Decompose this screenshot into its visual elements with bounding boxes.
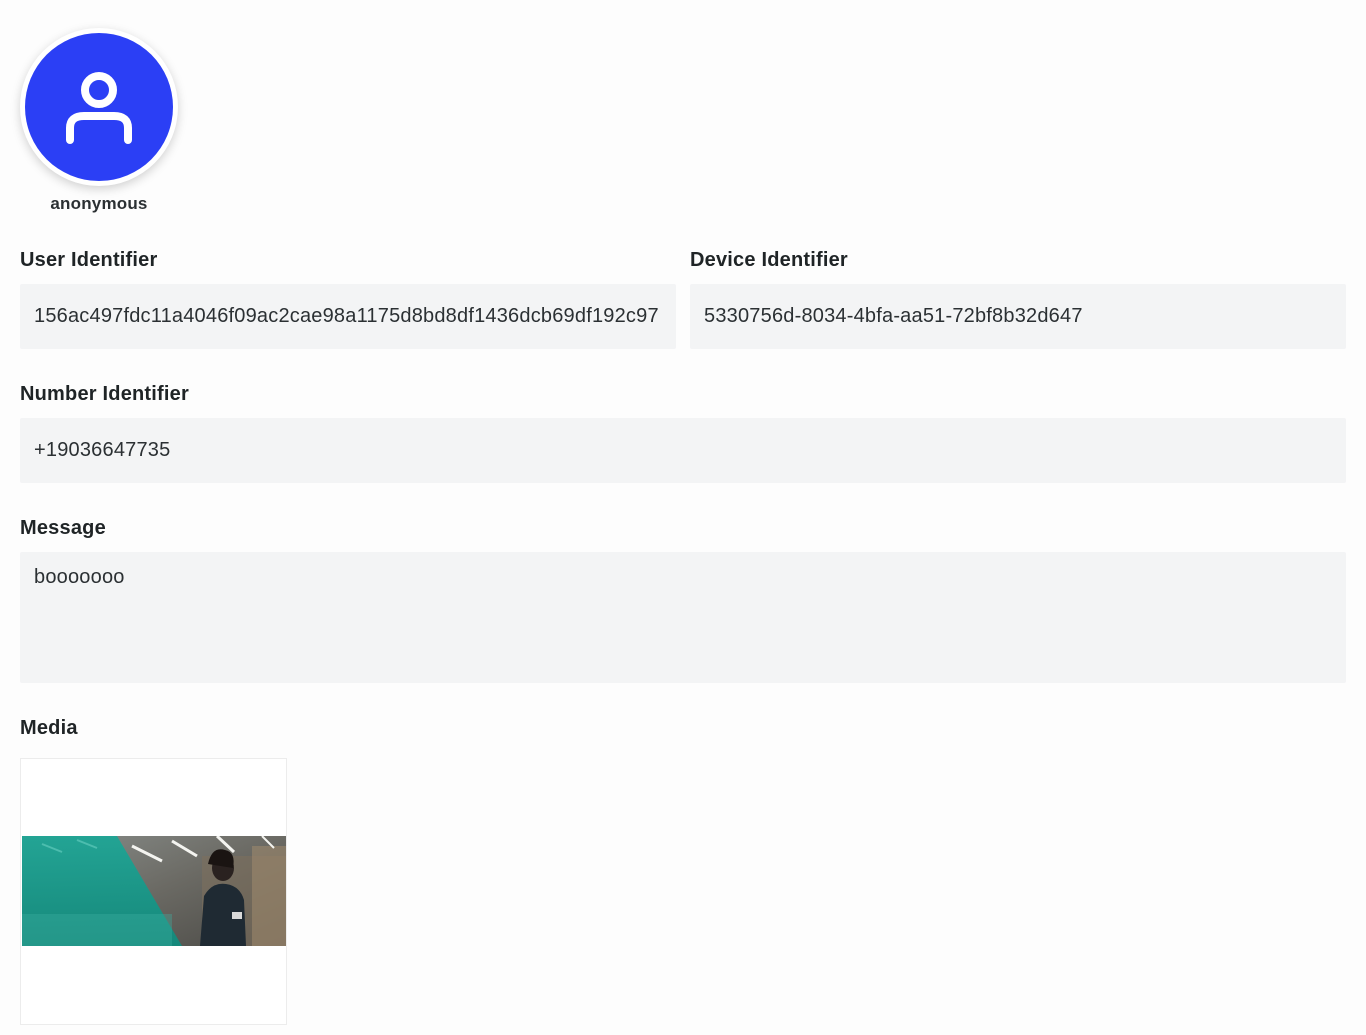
message-field[interactable]: booooooo bbox=[20, 552, 1346, 683]
image-thumbnail bbox=[22, 836, 286, 946]
media-label: Media bbox=[20, 717, 78, 739]
avatar bbox=[20, 28, 178, 186]
user-identifier-label: User Identifier bbox=[20, 249, 158, 271]
avatar-circle bbox=[25, 33, 173, 181]
number-identifier-label: Number Identifier bbox=[20, 383, 189, 405]
user-identifier-field[interactable]: 156ac497fdc11a4046f09ac2cae98a1175d8bd8d… bbox=[20, 284, 676, 349]
number-identifier-field[interactable]: +19036647735 bbox=[20, 418, 1346, 483]
device-identifier-label: Device Identifier bbox=[690, 249, 848, 271]
profile-block: anonymous bbox=[20, 28, 178, 214]
media-thumbnail[interactable] bbox=[20, 758, 287, 1025]
profile-name: anonymous bbox=[50, 194, 148, 213]
user-icon bbox=[66, 72, 132, 144]
submission-detail-page: anonymous User Identifier 156ac497fdc11a… bbox=[0, 0, 1366, 1035]
device-identifier-field[interactable]: 5330756d-8034-4bfa-aa51-72bf8b32d647 bbox=[690, 284, 1346, 349]
message-label: Message bbox=[20, 517, 106, 539]
media-image[interactable] bbox=[22, 836, 286, 946]
